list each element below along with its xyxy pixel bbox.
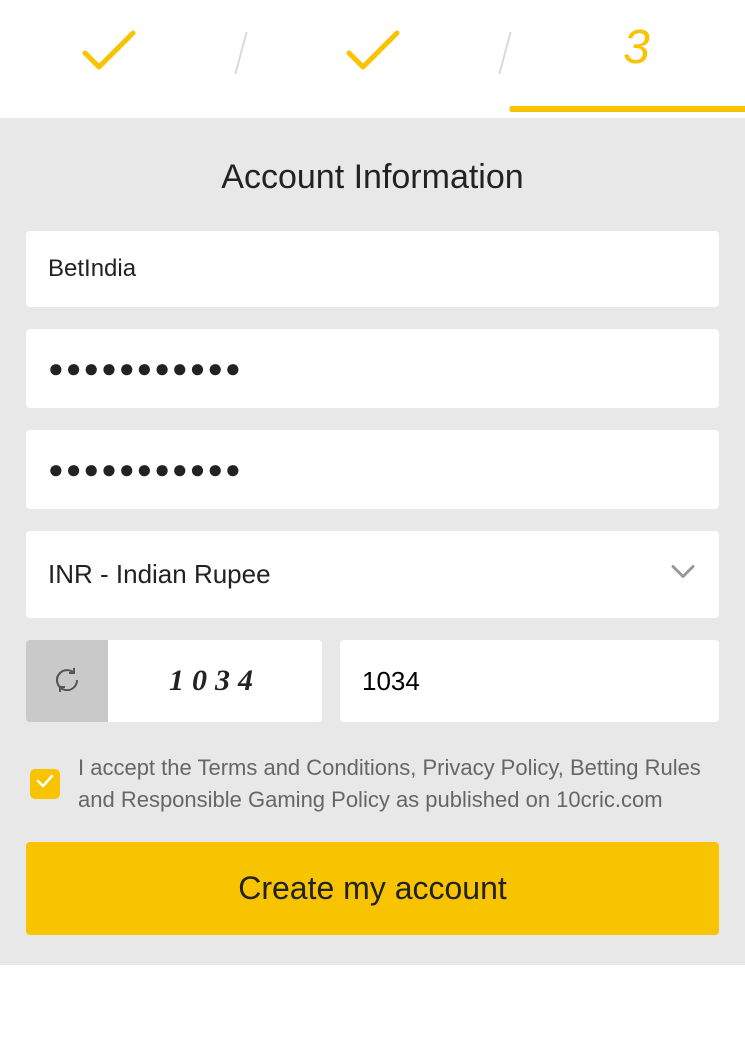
step-2-complete: [298, 29, 448, 78]
step-3-current: 3: [562, 24, 712, 82]
step-number: 3: [605, 24, 668, 82]
terms-checkbox[interactable]: [30, 769, 60, 799]
terms-text: I accept the Terms and Conditions, Priva…: [78, 752, 715, 816]
check-icon: [81, 29, 137, 78]
step-divider: [498, 32, 511, 74]
refresh-captcha-button[interactable]: [26, 640, 108, 722]
captcha-row: 1034: [26, 640, 719, 722]
check-icon: [345, 29, 401, 78]
page-title: Account Information: [26, 158, 719, 197]
captcha-image: 1034: [108, 640, 322, 722]
create-account-button[interactable]: Create my account: [26, 842, 719, 935]
password-confirm-input[interactable]: [26, 430, 719, 509]
progress-stepper: 3: [0, 0, 745, 90]
step-underline: [509, 106, 745, 112]
currency-select[interactable]: INR - Indian Rupee: [26, 531, 719, 618]
captcha-display: 1034: [26, 640, 322, 722]
terms-row: I accept the Terms and Conditions, Priva…: [26, 752, 719, 816]
username-input[interactable]: [26, 231, 719, 307]
step-1-complete: [34, 29, 184, 78]
step-divider: [234, 32, 247, 74]
form-container: Account Information INR - Indian Rupee: [0, 118, 745, 965]
check-icon: [36, 774, 54, 793]
captcha-input[interactable]: [340, 640, 719, 722]
currency-value[interactable]: INR - Indian Rupee: [26, 531, 719, 618]
password-input[interactable]: [26, 329, 719, 408]
refresh-icon: [52, 665, 82, 698]
